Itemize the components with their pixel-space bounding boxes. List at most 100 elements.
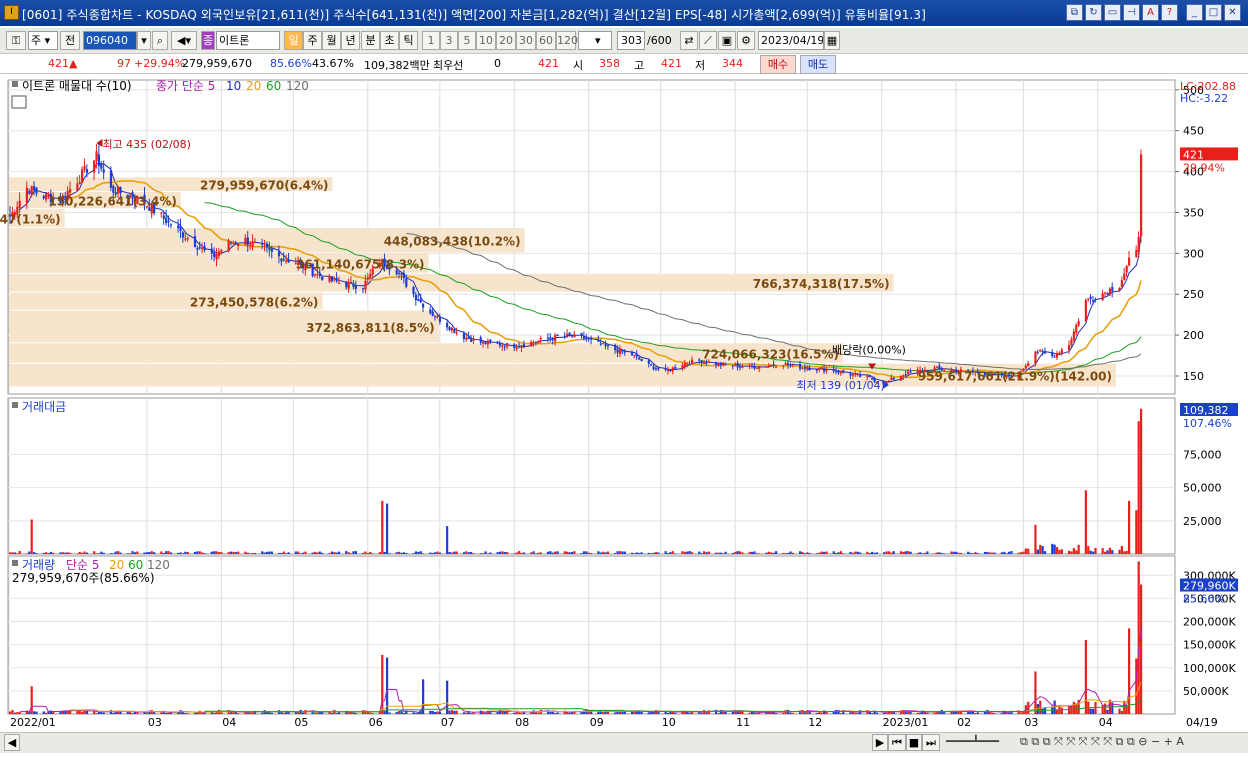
- rewind-button[interactable]: ⏮: [888, 734, 906, 751]
- candle-body: [734, 364, 737, 366]
- font-icon[interactable]: A: [1142, 4, 1159, 21]
- volume-bar: [193, 712, 197, 714]
- trend-icon[interactable]: ⟋: [699, 31, 717, 50]
- custom-interval-select[interactable]: ▾: [578, 31, 612, 50]
- scroll-right-button[interactable]: ▶: [872, 734, 888, 751]
- period-tick-button[interactable]: 틱: [399, 31, 418, 50]
- volume-bar: [530, 712, 533, 714]
- pin-icon[interactable]: ⊣: [1123, 4, 1140, 21]
- interval-1-button[interactable]: 1: [422, 31, 440, 50]
- candle-body: [731, 365, 734, 367]
- volume-bar: [570, 712, 574, 714]
- candle-body: [76, 183, 79, 191]
- scroll-left-button[interactable]: ◀: [4, 734, 20, 751]
- jeon-button[interactable]: 전: [60, 31, 80, 50]
- settings-icon[interactable]: ⚙: [737, 31, 755, 50]
- market-select[interactable]: 주 ▾: [28, 31, 58, 50]
- period-week-button[interactable]: 주: [303, 31, 322, 50]
- sell-button[interactable]: 매도: [800, 55, 836, 74]
- volume-legend-ma5: 단순 5: [66, 558, 100, 572]
- volume-bar: [337, 712, 341, 714]
- volume-bar: [755, 713, 758, 714]
- stock-name[interactable]: 이트론: [216, 31, 280, 50]
- interval-60-button[interactable]: 60: [536, 31, 556, 50]
- speaker-icon[interactable]: ◀▾: [171, 31, 197, 50]
- zoom-slider[interactable]: ━━━━┻━━━: [946, 735, 999, 748]
- amount-bar: [664, 551, 667, 554]
- chart-area[interactable]: 2022/01 03 04 05 06 07 08 09 10 11 12 2023/01 02 03 04…: [0, 76, 1248, 732]
- link-icon[interactable]: ⧉: [1066, 4, 1083, 21]
- period-day-button[interactable]: 일: [284, 31, 303, 50]
- maximize-button[interactable]: □: [1205, 4, 1222, 21]
- fast-forward-button[interactable]: ⏭: [922, 734, 940, 751]
- amount-bar: [1010, 551, 1013, 554]
- code-dropdown-icon[interactable]: ▾: [137, 31, 151, 50]
- count-input[interactable]: 303: [617, 31, 645, 50]
- amount-bar: [1027, 548, 1030, 554]
- window-icon[interactable]: ▭: [1104, 4, 1121, 21]
- interval-3-button[interactable]: 3: [440, 31, 458, 50]
- volume-bar: [871, 713, 874, 714]
- interval-120-button[interactable]: 120: [556, 31, 578, 50]
- amount-bar: [193, 551, 197, 554]
- volume-bar: [95, 713, 98, 714]
- stock-chart[interactable]: 2022/01 03 04 05 06 07 08 09 10 11 12 2023/01 02 03 04…: [0, 76, 1248, 732]
- interval-30-button[interactable]: 30: [516, 31, 536, 50]
- volume-bar: [650, 711, 653, 714]
- volume-bar: [145, 713, 149, 714]
- candle-body: [791, 363, 795, 365]
- candle-body: [1051, 351, 1054, 357]
- volume-bar: [448, 710, 451, 714]
- amount-bar: [345, 551, 348, 554]
- share-icon[interactable]: ↻: [1085, 4, 1102, 21]
- candle-body: [1140, 154, 1143, 237]
- search-icon[interactable]: ⌕: [152, 31, 168, 50]
- amount-bar: [470, 551, 473, 554]
- interval-5-button[interactable]: 5: [458, 31, 476, 50]
- amount-bar: [220, 552, 223, 554]
- amount-bar: [1135, 510, 1138, 554]
- amount-bar: [297, 551, 300, 554]
- period-second-button[interactable]: 초: [380, 31, 399, 50]
- arrows-icon[interactable]: ⇄: [680, 31, 698, 50]
- period-minute-button[interactable]: 분: [361, 31, 380, 50]
- code-input[interactable]: 096040: [83, 31, 137, 50]
- volume-bar: [352, 712, 355, 714]
- volume-bar: [614, 712, 617, 714]
- amount-bar: [772, 552, 775, 554]
- candle-body: [532, 342, 535, 344]
- candle-body: [431, 311, 434, 316]
- amount-bar: [993, 552, 996, 554]
- volume-bar: [506, 711, 509, 714]
- lock-icon[interactable]: ⚿: [6, 31, 26, 50]
- high-label: 고: [634, 59, 645, 72]
- volume-bar: [503, 711, 506, 714]
- amount-bar: [484, 551, 487, 554]
- close-button[interactable]: ✕: [1224, 4, 1241, 21]
- open-label: 시: [573, 59, 584, 72]
- calendar-icon[interactable]: ▦: [824, 31, 840, 50]
- stop-button[interactable]: ■: [906, 734, 922, 751]
- candle-body: [42, 196, 45, 199]
- help-icon[interactable]: ?: [1161, 4, 1178, 21]
- period-month-button[interactable]: 월: [322, 31, 341, 50]
- amount-bar: [991, 552, 994, 554]
- amount-bar: [30, 519, 33, 554]
- period-year-button[interactable]: 년: [341, 31, 360, 50]
- candle-body: [719, 363, 722, 366]
- amount-panel: [7, 397, 1176, 555]
- date-input[interactable]: 2023/04/19: [758, 31, 824, 50]
- buy-button[interactable]: 매수: [760, 55, 796, 74]
- amount-bar: [337, 551, 341, 554]
- candle-body: [119, 187, 122, 193]
- amount-bar: [1060, 549, 1063, 554]
- volume-bar: [851, 711, 855, 714]
- minimize-button[interactable]: _: [1186, 4, 1203, 21]
- save-icon[interactable]: ▣: [718, 31, 736, 50]
- candle-body: [25, 187, 29, 203]
- chart-tools-icon[interactable]: ⧉ ⧉ ⧉ ⤧ ⤧ ⤧ ⤧ ⤧ ⧉ ⧉ ⊖ − + A: [1020, 735, 1184, 749]
- chart-scrollbar[interactable]: ◀ ▶ ⏮ ■ ⏭ ━━━━┻━━━ ⧉ ⧉ ⧉ ⤧ ⤧ ⤧ ⤧ ⤧ ⧉ ⧉ ⊖…: [0, 732, 1248, 753]
- interval-10-button[interactable]: 10: [476, 31, 496, 50]
- candle-body: [448, 327, 451, 330]
- interval-20-button[interactable]: 20: [496, 31, 516, 50]
